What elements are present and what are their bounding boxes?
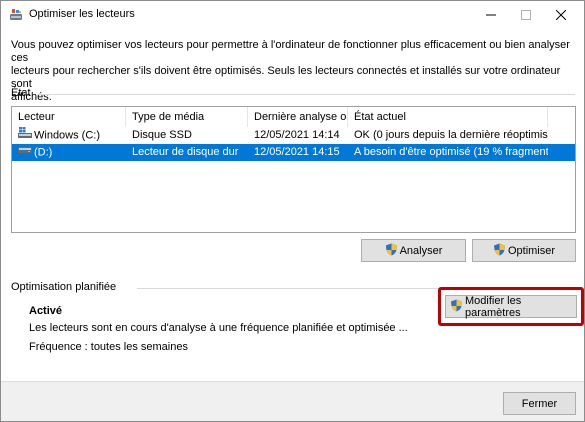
analyze-label: Analyser — [399, 244, 443, 257]
drive-name: Windows (C:) — [34, 129, 101, 142]
column-header-current-status[interactable]: État actuel — [348, 107, 548, 127]
last-run-cell: 12/05/2021 14:15 — [254, 146, 340, 158]
column-header-drive[interactable]: Lecteur — [12, 107, 126, 127]
optimize-drives-window: Optimiser les lecteurs Vous pouvez optim… — [0, 0, 585, 422]
shield-icon — [493, 243, 506, 259]
drives-list-header: Lecteur Type de média Dernière analyse o… — [12, 107, 575, 127]
drive-name-cell: Windows (C:) — [12, 127, 126, 144]
schedule-description: Les lecteurs sont en cours d'analyse à u… — [29, 322, 408, 334]
column-header-last-run[interactable]: Dernière analyse o... — [248, 107, 348, 127]
shield-icon — [385, 243, 398, 259]
status-section-label: État — [11, 87, 31, 99]
drives-list[interactable]: Lecteur Type de média Dernière analyse o… — [11, 106, 576, 233]
optimize-label: Optimiser — [507, 244, 556, 257]
current-status-cell: OK (0 jours depuis la dernière réoptimis… — [354, 129, 548, 141]
title-bar[interactable]: Optimiser les lecteurs — [1, 1, 584, 29]
schedule-status: Activé — [29, 305, 63, 317]
last-run-cell: 12/05/2021 14:14 — [254, 129, 340, 141]
change-settings-label: Modifier les paramètres — [465, 294, 522, 319]
window-title: Optimiser les lecteurs — [29, 8, 135, 20]
windows-drive-icon — [18, 127, 32, 144]
media-type-cell: Lecteur de disque dur — [132, 146, 239, 158]
status-section-divider — [37, 94, 575, 95]
change-settings-button[interactable]: Modifier les paramètres — [445, 294, 577, 319]
current-status-cell: A besoin d'être optimisé (19 % fragmenté… — [354, 146, 548, 158]
shield-icon — [450, 299, 463, 315]
scheduled-optimization-label: Optimisation planifiée — [11, 281, 117, 293]
table-row[interactable]: Windows (C:) Disque SSD 12/05/2021 14:14… — [12, 127, 575, 144]
drive-name-cell: (D:) — [12, 144, 126, 161]
media-type-cell: Disque SSD — [132, 129, 192, 141]
close-label: Fermer — [521, 397, 558, 410]
hard-drive-icon — [18, 144, 32, 161]
analyze-button[interactable]: Analyser — [361, 239, 466, 262]
drive-name: (D:) — [34, 146, 53, 159]
close-window-button[interactable] — [538, 1, 584, 29]
optimize-button[interactable]: Optimiser — [472, 239, 576, 262]
close-button[interactable]: Fermer — [503, 392, 576, 415]
column-header-media-type[interactable]: Type de média — [126, 107, 248, 127]
footer-bar — [1, 382, 584, 421]
table-row[interactable]: (D:) Lecteur de disque dur 12/05/2021 14… — [12, 144, 575, 161]
schedule-frequency: Fréquence : toutes les semaines — [29, 341, 188, 353]
defrag-app-icon — [9, 8, 23, 22]
